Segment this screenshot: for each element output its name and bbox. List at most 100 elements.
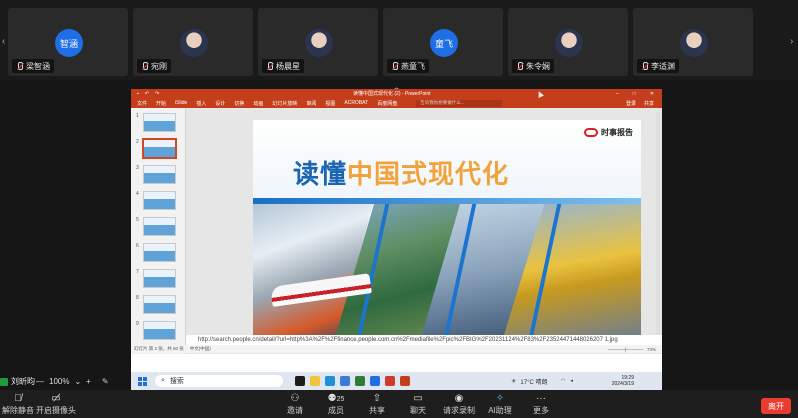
thumb-number: 2 <box>136 139 139 145</box>
wechat-icon[interactable] <box>355 376 365 386</box>
tab-home[interactable]: 开始 <box>156 100 166 107</box>
participant-tile[interactable]: 宛刚 <box>133 8 253 76</box>
annotate-pen-icon[interactable]: ✎ <box>102 377 109 386</box>
thumb-number: 8 <box>136 295 139 301</box>
file-explorer-icon[interactable] <box>310 376 320 386</box>
zoom-percent: 73% <box>646 346 656 352</box>
participant-tile[interactable]: 朱令娴 <box>508 8 628 76</box>
redo-icon[interactable]: ↷ <box>155 91 159 97</box>
windows-taskbar: ⌕ 搜索 ☀ 17°C 晴朗 ◠ ◂ 19:29 2024/3/19 <box>131 372 662 390</box>
start-camera-button[interactable]: ▭̸ 开启摄像头 <box>28 392 84 417</box>
tab-baidu[interactable]: 百度网盘 <box>377 100 397 107</box>
tab-slideshow[interactable]: 幻灯片放映 <box>272 100 297 107</box>
login-button[interactable]: 登录 <box>626 100 636 107</box>
search-icon: ⌕ <box>161 377 165 384</box>
avatar <box>555 29 583 57</box>
zoom-dropdown-icon[interactable]: ⌄ <box>74 377 81 386</box>
slide-thumbnail[interactable] <box>143 243 176 262</box>
more-icon: ··· <box>536 393 546 404</box>
zoom-level: 100% <box>49 376 70 386</box>
weather-icon: ☀ <box>511 378 517 385</box>
slide-canvas[interactable]: 时事报告 读懂中国式现代化 <box>253 120 641 338</box>
tab-islide[interactable]: iSlide <box>175 100 187 106</box>
minimize-icon[interactable]: – <box>616 91 619 97</box>
avatar <box>305 29 333 57</box>
weather-widget[interactable]: ☀ 17°C 晴朗 <box>511 377 547 386</box>
notes-pane[interactable]: http://search.people.cn/detail/?url=http… <box>186 335 662 345</box>
slide-thumbnail[interactable] <box>143 113 176 132</box>
store-icon[interactable] <box>340 376 350 386</box>
brand-logo: 时事报告 <box>584 127 633 138</box>
zoom-control: — 100% ⌄ + ✎ <box>36 374 109 388</box>
powerpoint-icon[interactable] <box>400 376 410 386</box>
taskbar-search[interactable]: ⌕ 搜索 <box>155 375 283 387</box>
tab-insert[interactable]: 插入 <box>196 100 206 107</box>
taskbar-clock[interactable]: 19:29 2024/3/19 <box>612 375 634 387</box>
acrobat-icon[interactable] <box>385 376 395 386</box>
mic-muted-icon <box>141 61 148 71</box>
undo-icon[interactable]: ↶ <box>145 91 149 97</box>
meeting-window: ‹ › 智涵 梁智涵 宛刚 杨晨星 童飞 燕童飞 朱令娴 李适渊 ︿ ▪ ↶ ↷… <box>0 0 798 418</box>
tab-view[interactable]: 视图 <box>325 100 335 107</box>
member-count-badge: 25 <box>336 396 345 403</box>
close-icon[interactable]: ✕ <box>650 91 654 97</box>
slide-thumbnail[interactable] <box>142 138 177 159</box>
window-title: 读懂中国式现代化 (2) - PowerPoint <box>353 91 431 97</box>
strip-prev-icon[interactable]: ‹ <box>2 36 5 47</box>
tab-design[interactable]: 设计 <box>215 100 225 107</box>
ribbon-search-input[interactable]: 告诉我你想要做什么... <box>416 99 503 107</box>
more-button[interactable]: ··· 更多 <box>513 392 569 417</box>
ppt-workspace: 1 2 3 4 5 6 7 8 9 时事报告 读懂中国式现代化 <box>131 108 662 354</box>
zoom-in-button[interactable]: + <box>86 377 91 386</box>
tab-acrobat[interactable]: ACROBAT <box>344 100 368 106</box>
zoom-out-button[interactable]: — <box>36 377 44 386</box>
windows-start-icon[interactable] <box>138 376 147 386</box>
thumb-number: 4 <box>136 191 139 197</box>
strip-next-icon[interactable]: › <box>790 36 793 47</box>
speaking-mic-icon <box>0 377 8 386</box>
slide-thumbnail[interactable] <box>143 269 176 288</box>
save-icon[interactable]: ▪ <box>137 91 139 97</box>
participant-tile[interactable]: 童飞 燕童飞 <box>383 8 503 76</box>
avatar: 童飞 <box>430 29 458 57</box>
participant-tile[interactable]: 李适渊 <box>633 8 753 76</box>
mic-muted-icon <box>16 61 23 71</box>
slide-thumbnail[interactable] <box>143 321 176 340</box>
wifi-icon[interactable]: ◠ <box>561 378 565 384</box>
volume-icon[interactable]: ◂ <box>570 378 573 384</box>
thumb-number: 5 <box>136 217 139 223</box>
tab-transitions[interactable]: 切换 <box>234 100 244 107</box>
zoom-slider[interactable]: ─────┼───── <box>608 347 643 352</box>
tab-animations[interactable]: 动画 <box>253 100 263 107</box>
participant-name: 李适渊 <box>651 61 675 71</box>
slide-thumbnail[interactable] <box>143 165 176 184</box>
status-bar: 幻灯片 第 2 张，共 60 张 中文(中国) ─────┼───── 73% <box>131 345 662 353</box>
participant-name: 朱令娴 <box>526 61 550 71</box>
ppt-title-bar: ▪ ↶ ↷ 读懂中国式现代化 (2) - PowerPoint – □ ✕ <box>131 89 662 98</box>
active-speaker: 刘昕昀 <box>0 375 35 388</box>
meeting-app-icon[interactable] <box>370 376 380 386</box>
slide-thumbnail[interactable] <box>143 217 176 236</box>
slide-thumbnail[interactable] <box>143 295 176 314</box>
maximize-icon[interactable]: □ <box>633 91 636 97</box>
edge-icon[interactable] <box>325 376 335 386</box>
leave-button[interactable]: 离开 <box>761 398 791 414</box>
participant-name: 宛刚 <box>151 61 167 71</box>
slide-counter: 幻灯片 第 2 张，共 60 张 <box>134 346 184 351</box>
participant-tile[interactable]: 智涵 梁智涵 <box>8 8 128 76</box>
tab-file[interactable]: 文件 <box>137 100 147 107</box>
brand-mark-icon <box>584 128 598 137</box>
mic-muted-icon <box>266 61 273 71</box>
vertical-scrollbar[interactable] <box>656 112 660 344</box>
task-view-icon[interactable] <box>295 376 305 386</box>
participant-tile[interactable]: 杨晨星 <box>258 8 378 76</box>
ppt-ribbon: 文件 开始 iSlide 插入 设计 切换 动画 幻灯片放映 审阅 视图 ACR… <box>131 98 662 108</box>
slide-thumbnail-pane: 1 2 3 4 5 6 7 8 9 <box>131 108 186 354</box>
tab-review[interactable]: 审阅 <box>306 100 316 107</box>
participant-name: 燕童飞 <box>401 61 425 71</box>
share-button[interactable]: 共享 <box>644 100 654 107</box>
slide-thumbnail[interactable] <box>143 191 176 210</box>
thumb-number: 3 <box>136 165 139 171</box>
thumb-number: 1 <box>136 113 139 119</box>
avatar <box>680 29 708 57</box>
